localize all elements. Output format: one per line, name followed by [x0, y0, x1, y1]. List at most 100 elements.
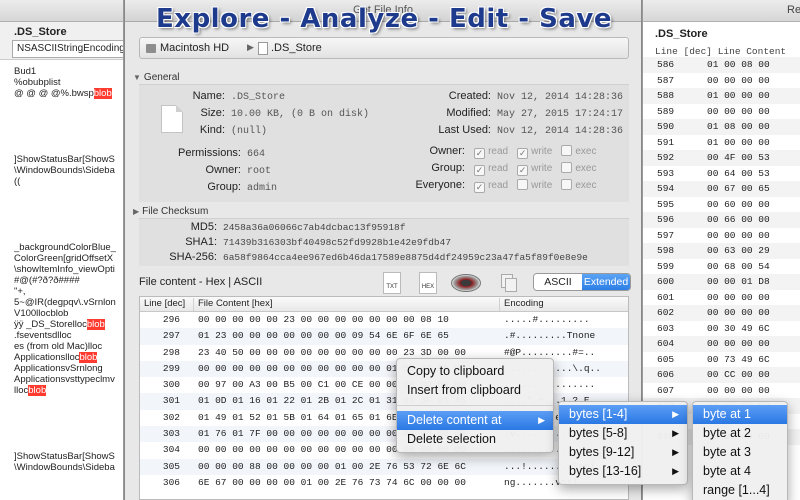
submenu-bytes-5-8[interactable]: bytes [5-8] ▶ [559, 424, 687, 443]
right-table-row[interactable]: 587 00 00 00 00 [643, 73, 800, 89]
right-table-row[interactable]: 605 00 73 49 6C [643, 352, 800, 368]
owner-read-checkbox[interactable]: ✓ [474, 148, 486, 159]
submenu-bytes-1-4[interactable]: bytes [1-4] ▶ [559, 405, 687, 424]
right-table-row[interactable]: 607 00 00 00 00 [643, 383, 800, 399]
left-window-titlebar[interactable] [0, 0, 123, 22]
everyone-read-checkbox[interactable]: ✓ [474, 182, 486, 193]
right-table-row[interactable]: 606 00 CC 00 00 [643, 367, 800, 383]
right-table-row[interactable]: 594 00 67 00 65 [643, 181, 800, 197]
hex-row[interactable]: 296 00 00 00 00 00 23 00 00 00 00 00 00 0… [140, 312, 628, 328]
hex-row[interactable]: 298 23 40 50 00 00 00 00 00 00 00 00 00 2… [140, 345, 628, 361]
promo-banner: Explore - Analyze - Edit - Save [156, 4, 612, 34]
context-menu[interactable]: Copy to clipboard Insert from clipboard … [396, 358, 554, 453]
col-line-header[interactable]: Line [dec] [140, 298, 194, 311]
text-line [14, 99, 123, 110]
text-line [14, 473, 123, 484]
delete-bytes-submenu[interactable]: bytes [1-4] ▶ bytes [5-8] ▶ bytes [9-12] ▶ … [558, 401, 688, 485]
right-window-titlebar[interactable]: Re [643, 0, 800, 22]
text-line-content: (( [14, 176, 21, 187]
hex-ascii: .#.........Tnone [504, 330, 596, 342]
sha1-value: 71439b316303bf40498c52fd9928b1e42e9fdb47 [223, 237, 452, 248]
hex-row[interactable]: 305 00 00 00 88 00 00 00 00 01 00 2E 76 5… [140, 458, 628, 475]
text-line: llocblob [14, 385, 123, 396]
hex-row[interactable]: 301 01 0D 01 16 01 22 01 2B 01 2C 01 31 0… [140, 393, 628, 410]
col-encoding-header[interactable]: Encoding [500, 298, 628, 311]
right-line-content: 01 00 00 00 [707, 90, 770, 101]
md5-value: 2458a36a06066c7ab4dcbac13f95918f [223, 222, 406, 233]
text-line [14, 231, 123, 242]
submenu-bytes-9-12[interactable]: bytes [9-12] ▶ [559, 443, 687, 462]
right-table-row[interactable]: 589 00 00 00 00 [643, 104, 800, 120]
path-bar[interactable]: Macintosh HD ▶ .DS_Store [139, 37, 629, 59]
encoding-segmented-control[interactable]: ASCII Extended [533, 273, 631, 291]
submenu-byte-at-2[interactable]: byte at 2 [693, 424, 787, 443]
path-volume[interactable]: Macintosh HD [160, 42, 229, 54]
text-content-area[interactable]: Bud1 %obubplist @ @ @ @%.bwspblob]ShowStat… [14, 66, 123, 500]
hex-line-number: 303 [162, 428, 180, 440]
menu-delete-selection[interactable]: Delete selection [397, 430, 553, 449]
eye-icon[interactable] [451, 274, 481, 292]
menu-delete-content-at[interactable]: Delete content at ▶ [397, 411, 553, 430]
group-write-checkbox[interactable]: ✓ [517, 165, 529, 176]
right-table-row[interactable]: 596 00 66 00 00 [643, 212, 800, 228]
right-table-row[interactable]: 598 00 63 00 29 [643, 243, 800, 259]
hex-row[interactable]: 304 00 00 00 00 00 00 00 00 00 00 00 00 0… [140, 442, 628, 458]
hex-export-icon[interactable]: HEX [419, 272, 437, 294]
everyone-exec-checkbox[interactable] [561, 179, 573, 190]
menu-copy-to-clipboard[interactable]: Copy to clipboard [397, 362, 553, 381]
submenu-byte-at-3[interactable]: byte at 3 [693, 443, 787, 462]
right-table-row[interactable]: 603 00 30 49 6C [643, 321, 800, 337]
txt-export-icon[interactable]: TXT [383, 272, 401, 294]
left-background-window[interactable]: .DS_Store NSASCIIStringEncoding Bud1 %obu… [0, 0, 124, 500]
owner-exec-checkbox[interactable] [561, 145, 573, 156]
right-table-row[interactable]: 592 00 4F 00 53 [643, 150, 800, 166]
general-section-toggle[interactable]: ▼ General [133, 72, 180, 83]
right-table-row[interactable]: 586 01 00 08 00 [643, 57, 800, 73]
right-table-row[interactable]: 593 00 64 00 53 [643, 166, 800, 182]
submenu-byte-at-1[interactable]: byte at 1 [693, 405, 787, 424]
hex-row[interactable]: 299 00 00 00 00 00 00 00 00 00 00 00 01 5… [140, 360, 628, 378]
disclosure-triangle-icon: ▶ [133, 207, 140, 216]
encoding-popup[interactable]: NSASCIIStringEncoding [12, 40, 123, 58]
hex-row[interactable]: 297 01 23 00 00 00 00 00 00 00 09 54 6E 6… [140, 328, 628, 345]
text-line: _backgroundColorBlue_ [14, 242, 123, 253]
hex-row[interactable]: 303 01 76 01 7F 00 00 00 00 00 00 00 00 0… [140, 426, 628, 443]
hex-table[interactable]: Line [dec] File Content [hex] Encoding 2… [139, 296, 629, 500]
text-line: #@(#?ð?ð#### [14, 275, 123, 286]
col-content-header[interactable]: File Content [hex] [194, 298, 500, 311]
menu-insert-from-clipboard[interactable]: Insert from clipboard [397, 381, 553, 400]
right-table-row[interactable]: 591 01 00 00 00 [643, 135, 800, 151]
right-table-row[interactable]: 600 00 00 01 D8 [643, 274, 800, 290]
hex-row[interactable]: 300 00 97 00 A3 00 B5 00 C1 00 CE 00 00 0… [140, 377, 628, 393]
extended-segment[interactable]: Extended [582, 274, 630, 290]
text-line-content: #@(#?ð?ð#### [14, 275, 80, 286]
hex-row[interactable]: 306 6E 67 00 00 00 00 01 00 2E 76 73 74 6… [140, 475, 628, 491]
submenu-range-1-4[interactable]: range [1...4] [693, 481, 787, 500]
right-table-row[interactable]: 599 00 68 00 54 [643, 259, 800, 275]
everyone-write-checkbox[interactable] [517, 179, 529, 190]
path-file[interactable]: .DS_Store [271, 42, 322, 54]
hex-bytes: 6E 67 00 00 00 00 01 00 2E 76 73 74 6C 0… [198, 476, 466, 488]
disclosure-triangle-icon: ▼ [133, 73, 141, 82]
byte-at-submenu[interactable]: byte at 1 byte at 2 byte at 3 byte at 4 … [692, 401, 788, 500]
right-table-row[interactable]: 597 00 00 00 00 [643, 228, 800, 244]
group-read-checkbox[interactable]: ✓ [474, 165, 486, 176]
right-table-row[interactable]: 601 00 00 00 00 [643, 290, 800, 306]
right-table-row[interactable]: 590 01 08 00 00 [643, 119, 800, 135]
group-exec-checkbox[interactable] [561, 162, 573, 173]
submenu-bytes-13-16[interactable]: bytes [13-16] ▶ [559, 462, 687, 481]
right-table-body[interactable]: 586 01 00 08 00 587 00 00 00 00 588 01 00 00 … [643, 57, 800, 445]
checksum-section-toggle[interactable]: ▶ File Checksum [133, 206, 208, 217]
submenu-arrow-icon: ▶ [672, 466, 679, 476]
copy-icon[interactable] [501, 274, 517, 292]
md5-label: MD5: [190, 221, 217, 233]
hex-row[interactable]: 302 01 49 01 52 01 5B 01 64 01 65 01 6E 0… [140, 410, 628, 426]
right-table-row[interactable]: 595 00 60 00 00 [643, 197, 800, 213]
right-table-row[interactable]: 604 00 00 00 00 [643, 336, 800, 352]
ascii-segment[interactable]: ASCII [534, 274, 582, 290]
text-line: Applicationsllocblob [14, 352, 123, 363]
submenu-byte-at-4[interactable]: byte at 4 [693, 462, 787, 481]
right-table-row[interactable]: 602 00 00 00 00 [643, 305, 800, 321]
owner-write-checkbox[interactable]: ✓ [517, 148, 529, 159]
right-table-row[interactable]: 588 01 00 00 00 [643, 88, 800, 104]
